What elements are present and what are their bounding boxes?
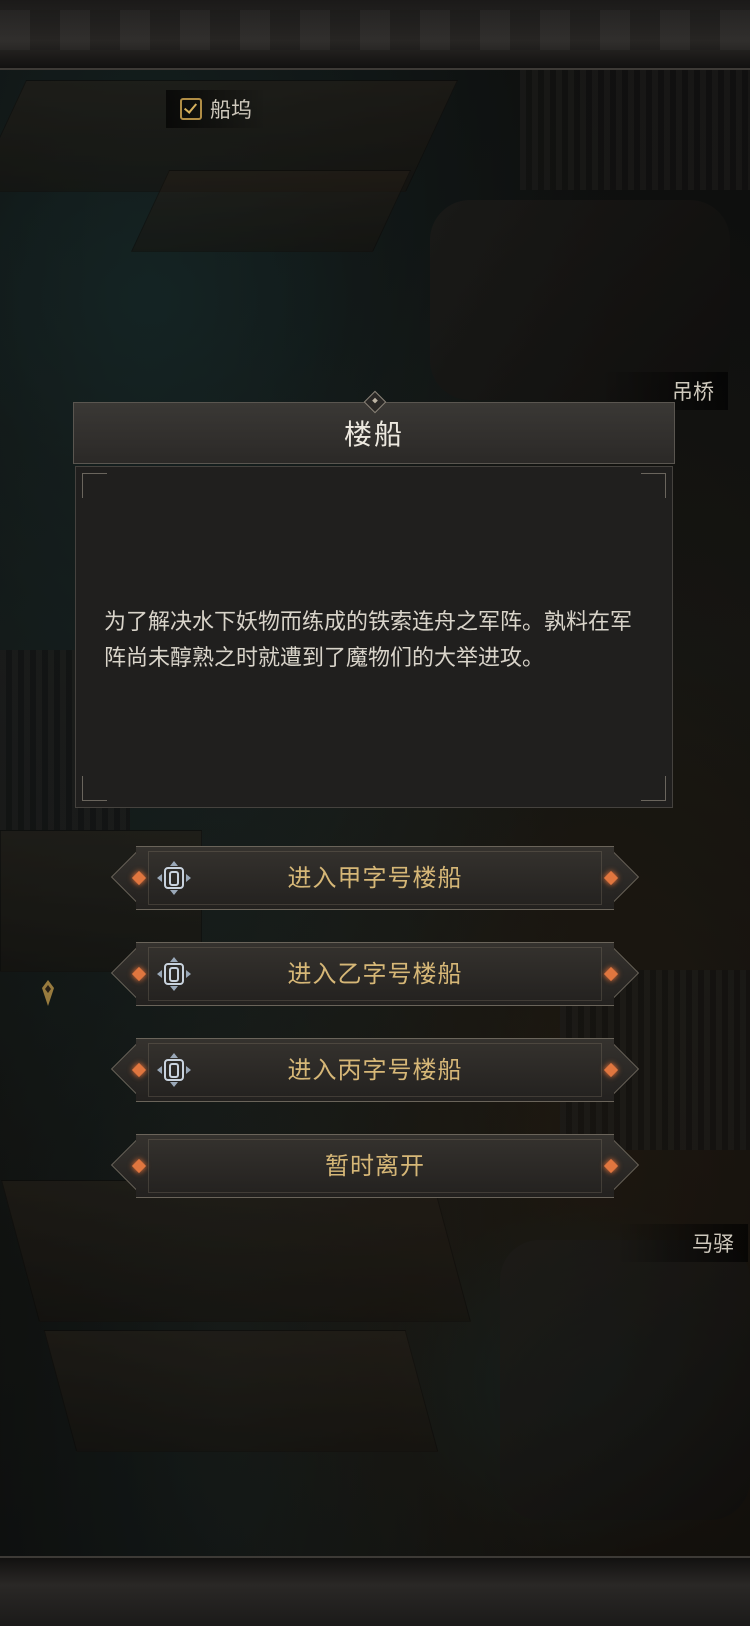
map-pin-icon[interactable] — [40, 978, 56, 1008]
corner-ornament — [82, 776, 107, 801]
map-background — [0, 0, 750, 1624]
dialog-header: 楼船 — [73, 390, 675, 464]
check-icon — [180, 98, 202, 120]
button-label: 进入甲字号楼船 — [287, 864, 463, 892]
top-frame-bar — [0, 0, 750, 70]
button-label: 进入丙字号楼船 — [287, 1056, 463, 1084]
enter-ship-bing-button[interactable]: 进入丙字号楼船 — [110, 1037, 640, 1102]
bottom-frame-bar — [0, 1556, 750, 1626]
dialog-title: 楼船 — [343, 418, 404, 451]
dialog-description: 为了解决水下妖物而练成的铁索连舟之军阵。孰料在军阵尚未醇熟之时就遭到了魔物们的大… — [104, 610, 633, 671]
location-label-post-station[interactable]: 马驿 — [616, 1224, 748, 1262]
button-label: 暂时离开 — [325, 1152, 425, 1180]
stage-dialog: 楼船 为了解决水下妖物而练成的铁索连舟之军阵。孰料在军阵尚未醇熟之时就遭到了魔物… — [73, 390, 675, 808]
leave-button[interactable]: 暂时离开 — [110, 1133, 640, 1198]
location-label-dock[interactable]: 船坞 — [166, 90, 266, 128]
corner-ornament — [641, 776, 666, 801]
corner-ornament — [641, 473, 666, 498]
button-label: 进入乙字号楼船 — [287, 960, 463, 988]
enter-ship-jia-button[interactable]: 进入甲字号楼船 — [110, 845, 640, 910]
corner-ornament — [82, 473, 107, 498]
dialog-body: 为了解决水下妖物而练成的铁索连舟之军阵。孰料在军阵尚未醇熟之时就遭到了魔物们的大… — [75, 466, 673, 808]
enter-ship-yi-button[interactable]: 进入乙字号楼船 — [110, 941, 640, 1006]
